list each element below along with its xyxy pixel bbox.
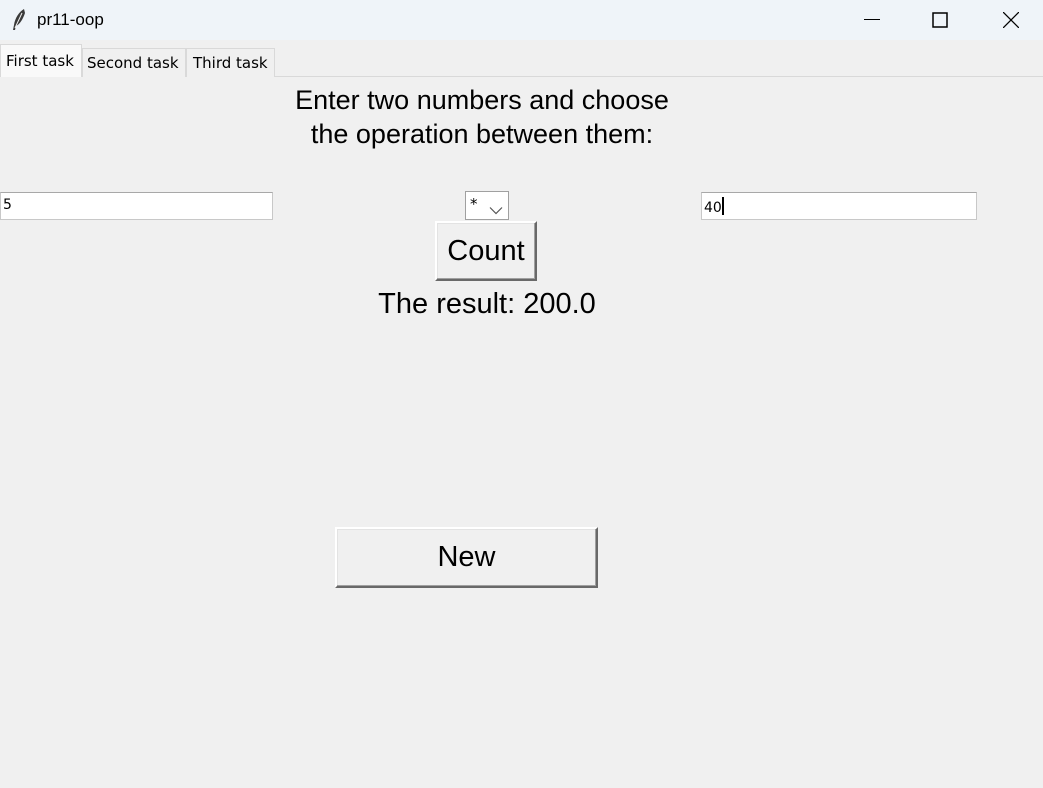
first-number-input[interactable]: 5 — [0, 192, 273, 220]
tab-first-task[interactable]: First task — [0, 44, 82, 77]
instruction-heading: Enter two numbers and choose the operati… — [295, 85, 669, 149]
operation-selected-value: * — [470, 195, 478, 213]
close-button[interactable] — [988, 0, 1034, 40]
second-number-value: 40 — [704, 200, 722, 216]
operation-combobox[interactable]: * — [465, 191, 509, 220]
minimize-icon — [864, 19, 880, 20]
app-window: pr11-oop First task Second task Third ta… — [0, 0, 1043, 788]
maximize-icon — [932, 12, 948, 28]
minimize-button[interactable] — [849, 0, 895, 40]
close-icon — [1003, 12, 1019, 28]
tab-second-task[interactable]: Second task — [82, 48, 186, 77]
second-number-input[interactable]: 40 — [701, 192, 977, 220]
count-button[interactable]: Count — [435, 221, 537, 281]
feather-icon — [10, 8, 28, 32]
title-bar[interactable]: pr11-oop — [0, 0, 1043, 40]
window-title: pr11-oop — [37, 10, 104, 29]
first-number-value: 5 — [3, 197, 12, 213]
tab-third-task[interactable]: Third task — [186, 48, 275, 77]
maximize-button[interactable] — [917, 0, 963, 40]
new-button[interactable]: New — [335, 527, 598, 588]
result-label: The result: 200.0 — [378, 288, 596, 320]
chevron-down-icon[interactable] — [489, 201, 503, 219]
text-cursor — [721, 197, 724, 215]
